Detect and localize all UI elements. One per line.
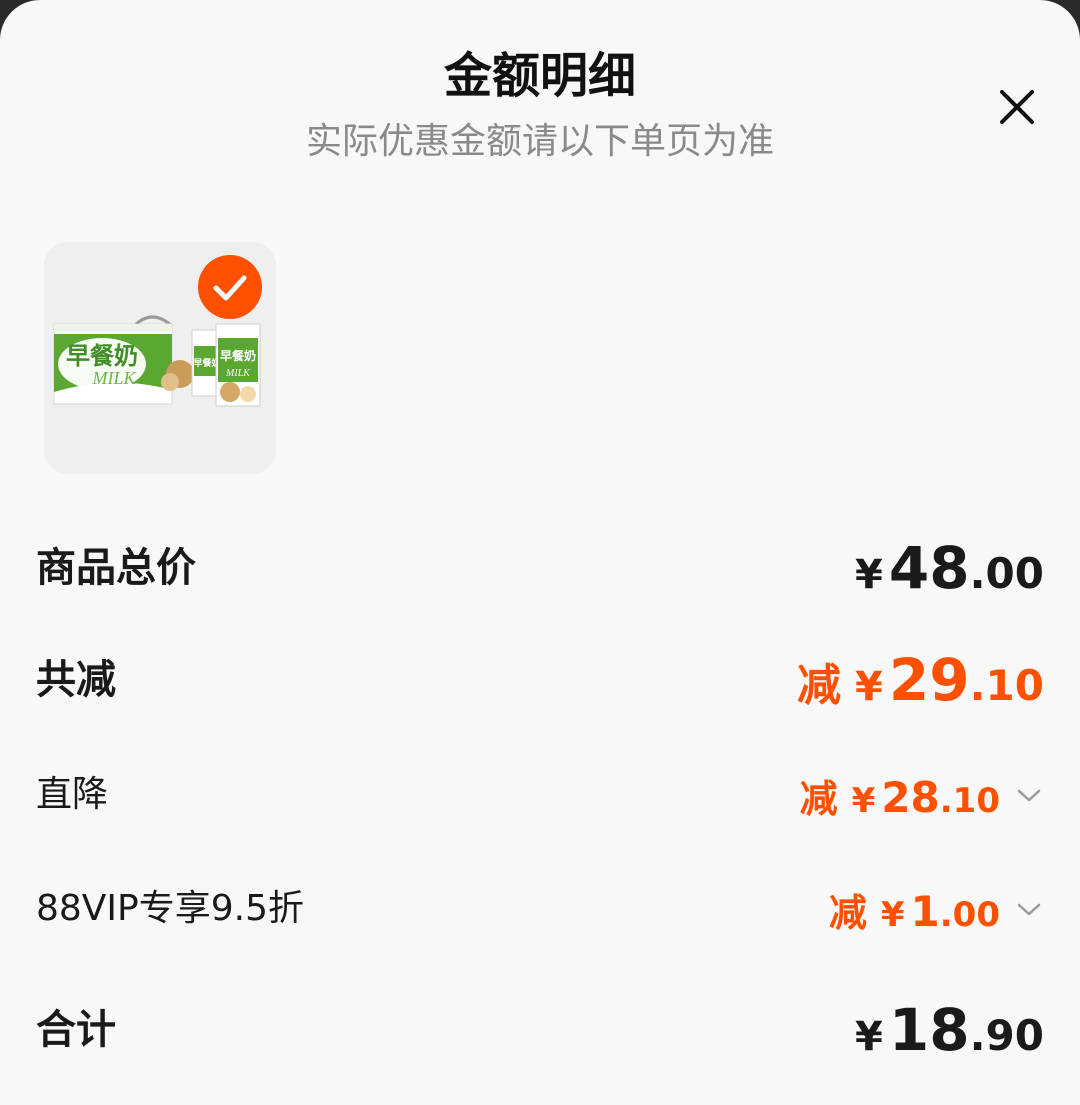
amount-decimal: .10 <box>939 780 1000 821</box>
total-discount-label: 共减 <box>36 657 116 703</box>
minus-prefix: 减 <box>799 776 838 821</box>
minus-prefix: 减 <box>797 660 842 711</box>
amount-decimal: .90 <box>969 1011 1044 1060</box>
minus-prefix: 减 <box>828 890 867 935</box>
row-total-discount: 共减 减 ¥ 29 .10 <box>36 640 1044 720</box>
selected-check-badge[interactable] <box>198 255 262 319</box>
close-button[interactable] <box>986 78 1046 138</box>
box-milk-text: MILK <box>91 368 136 388</box>
amount-decimal: .10 <box>969 661 1044 710</box>
currency-symbol: ¥ <box>855 1014 883 1060</box>
vip-discount-amount[interactable]: 减 ¥ 1 .00 <box>829 874 1044 944</box>
currency-symbol: ¥ <box>855 552 883 598</box>
checkmark-icon <box>198 255 262 319</box>
total-price-label: 商品总价 <box>36 545 196 591</box>
total-price-amount: ¥ 48 .00 <box>855 528 1044 608</box>
amount-detail-sheet: 金额明细 实际优惠金额请以下单页为准 早餐奶 MILK 早餐奶 早餐奶 MILK… <box>0 0 1080 1105</box>
svg-text:MILK: MILK <box>225 368 251 379</box>
amount-integer: 48 <box>888 534 970 602</box>
box-brand-text: 早餐奶 <box>66 343 138 370</box>
row-total-price: 商品总价 ¥ 48 .00 <box>36 528 1044 608</box>
currency-symbol: ¥ <box>880 894 905 935</box>
amount-integer: 1 <box>910 886 940 936</box>
sum-label: 合计 <box>36 1007 116 1053</box>
sum-amount: ¥ 18 .90 <box>855 990 1044 1070</box>
chevron-down-icon[interactable] <box>1014 780 1044 810</box>
row-vip-discount[interactable]: 88VIP专享9.5折 减 ¥ 1 .00 <box>36 874 1044 944</box>
sheet-subtitle: 实际优惠金额请以下单页为准 <box>305 121 774 162</box>
svg-text:早餐奶: 早餐奶 <box>220 348 256 363</box>
amount-integer: 28 <box>881 772 940 822</box>
row-direct-discount[interactable]: 直降 减 ¥ 28 .10 <box>36 760 1044 830</box>
amount-integer: 29 <box>888 646 970 714</box>
amount-integer: 18 <box>888 996 970 1064</box>
chevron-down-icon[interactable] <box>1014 894 1044 924</box>
currency-symbol: ¥ <box>855 664 883 710</box>
vip-discount-label: 88VIP专享9.5折 <box>36 888 305 929</box>
row-sum-total: 合计 ¥ 18 .90 <box>36 990 1044 1070</box>
total-discount-amount: 减 ¥ 29 .10 <box>797 640 1044 720</box>
amount-decimal: .00 <box>969 549 1044 598</box>
direct-discount-amount[interactable]: 减 ¥ 28 .10 <box>800 760 1044 830</box>
currency-symbol: ¥ <box>851 780 876 821</box>
close-icon <box>1000 90 1034 124</box>
direct-discount-label: 直降 <box>36 774 109 815</box>
sheet-title: 金额明细 <box>443 48 636 104</box>
amount-decimal: .00 <box>939 894 1000 935</box>
